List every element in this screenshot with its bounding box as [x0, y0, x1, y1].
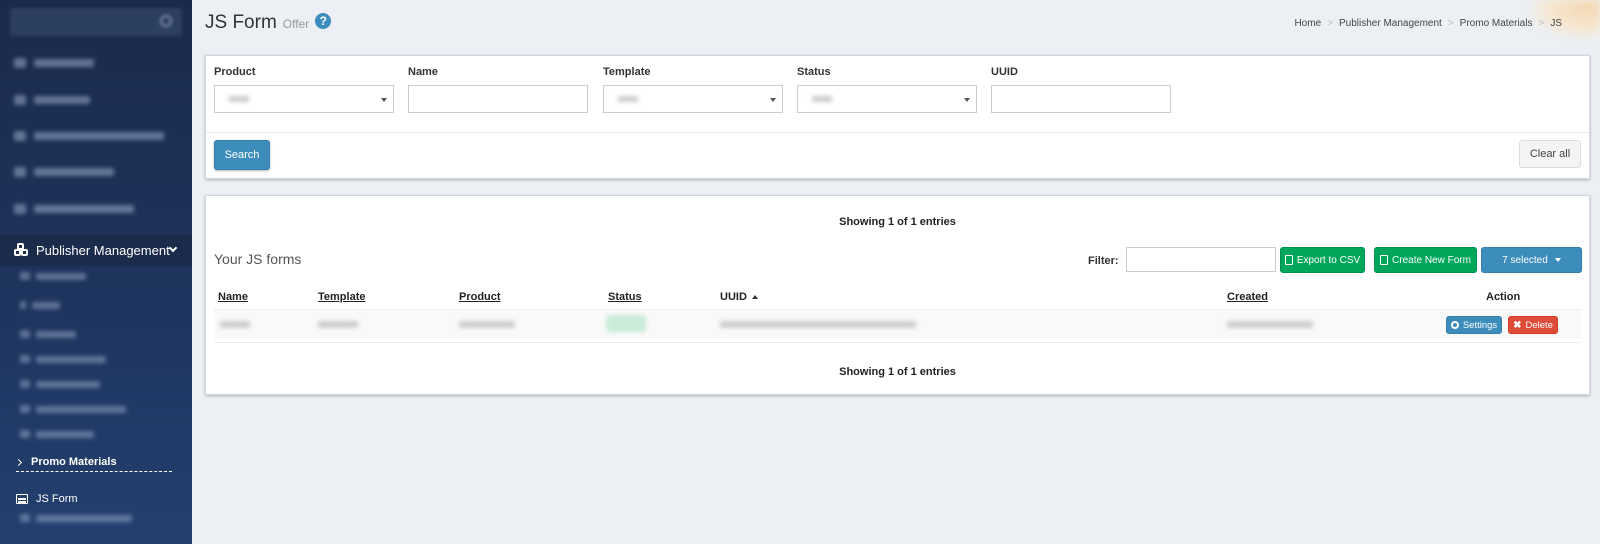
- breadcrumb-separator: >: [1538, 18, 1545, 29]
- name-label: Name: [408, 66, 438, 78]
- breadcrumb: Home > Publisher Management > Promo Mate…: [1294, 18, 1562, 29]
- sidebar-item-publisher-management[interactable]: Publisher Management: [0, 234, 192, 266]
- caret-down-icon: [770, 98, 776, 102]
- export-csv-label: Export to CSV: [1296, 254, 1361, 266]
- sidebar-item-label: JS Form: [36, 493, 78, 505]
- filter-panel: Product Name Template Status UUID Search…: [205, 55, 1590, 179]
- name-field: Name: [408, 66, 588, 113]
- breadcrumb-promo-materials[interactable]: Promo Materials: [1460, 18, 1533, 29]
- clear-all-button[interactable]: Clear all: [1519, 140, 1581, 168]
- sort-ascending-icon: [751, 295, 758, 299]
- gears-icon: [1450, 321, 1459, 329]
- product-label: Product: [214, 66, 256, 78]
- settings-button[interactable]: Settings: [1446, 316, 1502, 334]
- column-header-uuid-label: UUID: [720, 291, 747, 303]
- entries-info-bottom: Showing 1 of 1 entries: [839, 366, 956, 378]
- column-header-action: Action: [1486, 291, 1521, 303]
- sidebar-subitem-blurred[interactable]: [20, 379, 100, 389]
- column-header-created[interactable]: Created: [1227, 291, 1268, 303]
- breadcrumb-separator: >: [1327, 18, 1333, 29]
- export-csv-button[interactable]: Export to CSV: [1280, 247, 1365, 273]
- sidebar-item-js-form[interactable]: JS Form: [16, 493, 78, 505]
- delete-button[interactable]: ✖ Delete: [1508, 316, 1558, 334]
- filter-input[interactable]: [1126, 247, 1276, 272]
- row-divider: [214, 342, 1581, 343]
- sidebar-item-promo-materials[interactable]: Promo Materials: [14, 456, 172, 472]
- sidebar-subitem-blurred[interactable]: [20, 429, 94, 439]
- divider: [206, 132, 1589, 133]
- search-button[interactable]: Search: [214, 140, 270, 170]
- status-label: Status: [797, 66, 831, 78]
- breadcrumb-home[interactable]: Home: [1294, 18, 1321, 29]
- sidebar-subitem-blurred[interactable]: [20, 513, 132, 523]
- column-visibility-label: 7 selected: [1502, 254, 1548, 266]
- column-header-template[interactable]: Template: [318, 291, 365, 303]
- status-select[interactable]: [797, 85, 977, 113]
- breadcrumb-current: JS: [1550, 18, 1562, 29]
- sidebar-subitem-blurred[interactable]: [20, 329, 76, 339]
- product-select[interactable]: [214, 85, 394, 113]
- sidebar-subitem-blurred[interactable]: [20, 404, 126, 414]
- page-title-text: JS Form: [205, 12, 277, 33]
- help-icon[interactable]: ?: [315, 13, 332, 29]
- cubes-icon: [14, 243, 30, 257]
- uuid-input[interactable]: [991, 85, 1171, 113]
- product-field: Product: [214, 66, 394, 113]
- page-subtitle: Offer: [282, 17, 310, 31]
- search-icon: [160, 15, 172, 27]
- column-header-uuid[interactable]: UUID: [720, 291, 758, 303]
- sidebar-subitem-blurred[interactable]: [20, 271, 86, 281]
- sidebar-item-blurred[interactable]: [14, 93, 90, 107]
- filter-label: Filter:: [1088, 255, 1119, 267]
- status-badge: [606, 315, 646, 332]
- status-field: Status: [797, 66, 977, 113]
- caret-down-icon: [1554, 258, 1561, 262]
- settings-label: Settings: [1462, 319, 1498, 331]
- sidebar-item-label: Publisher Management: [36, 242, 170, 258]
- caret-down-icon: [964, 98, 970, 102]
- cell-product-redacted: [459, 321, 515, 328]
- column-header-status[interactable]: Status: [608, 291, 642, 303]
- sidebar-subitem-blurred[interactable]: [20, 300, 60, 310]
- sidebar-item-blurred[interactable]: [14, 165, 114, 179]
- sidebar-item-blurred[interactable]: [14, 202, 134, 216]
- breadcrumb-separator: >: [1447, 18, 1454, 29]
- sidebar-item-blurred[interactable]: [14, 129, 164, 143]
- list-icon: [16, 494, 28, 504]
- close-icon: ✖: [1513, 319, 1522, 331]
- entries-info-top: Showing 1 of 1 entries: [839, 216, 956, 228]
- uuid-label: UUID: [991, 66, 1018, 78]
- file-icon: [1380, 255, 1389, 265]
- uuid-field: UUID: [991, 66, 1171, 113]
- column-visibility-button[interactable]: 7 selected: [1481, 247, 1582, 273]
- create-new-form-button[interactable]: Create New Form: [1374, 247, 1477, 273]
- template-select[interactable]: [603, 85, 783, 113]
- chevron-right-icon: [14, 458, 23, 466]
- forms-list-panel: Showing 1 of 1 entries Your JS forms Fil…: [205, 195, 1590, 395]
- cell-template-redacted: [318, 321, 358, 328]
- template-label: Template: [603, 66, 651, 78]
- breadcrumb-publisher-management[interactable]: Publisher Management: [1339, 18, 1442, 29]
- template-field: Template: [603, 66, 783, 113]
- sidebar-item-blurred[interactable]: [14, 56, 94, 70]
- cell-created-redacted: [1227, 321, 1313, 328]
- sidebar-search-input[interactable]: [10, 8, 182, 36]
- cell-uuid-redacted: [720, 321, 916, 328]
- chevron-down-icon: [168, 243, 178, 253]
- sidebar-item-label: Promo Materials: [31, 456, 117, 468]
- column-header-name[interactable]: Name: [218, 291, 248, 303]
- page-title: JS Form Offer ?: [205, 12, 332, 34]
- sidebar: Publisher Management Promo Materials JS …: [0, 0, 192, 544]
- sidebar-subitem-blurred[interactable]: [20, 354, 106, 364]
- delete-label: Delete: [1525, 319, 1553, 331]
- name-input[interactable]: [408, 85, 588, 113]
- create-new-form-label: Create New Form: [1392, 254, 1471, 266]
- file-excel-icon: [1284, 255, 1293, 265]
- caret-down-icon: [381, 98, 387, 102]
- cell-name-redacted: [220, 321, 250, 328]
- column-header-product[interactable]: Product: [459, 291, 501, 303]
- list-title: Your JS forms: [214, 251, 302, 267]
